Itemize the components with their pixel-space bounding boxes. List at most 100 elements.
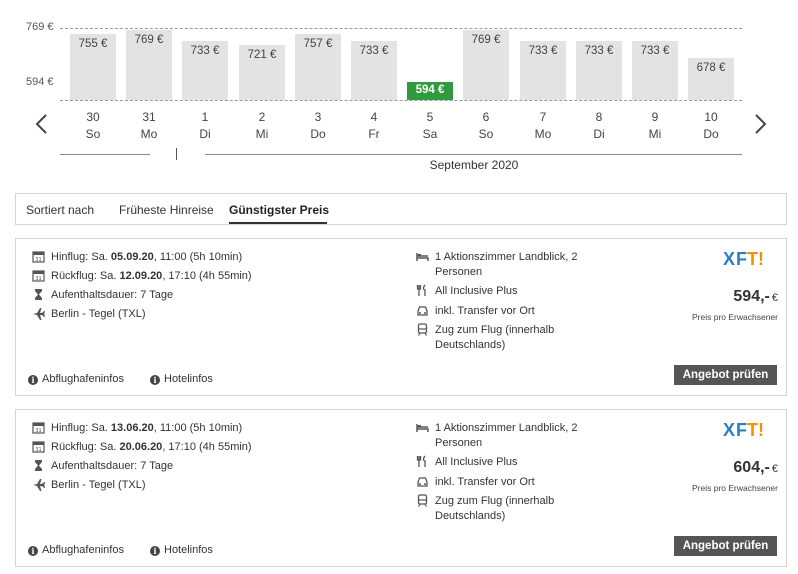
month-label: September 2020 [429, 158, 519, 172]
day-label[interactable]: 9 Mi [632, 109, 678, 143]
car-icon [417, 477, 428, 487]
price-bar[interactable]: 757 € [295, 34, 341, 100]
price-note: Preis pro Erwachsener [692, 483, 778, 493]
bar-price-label: 733 € [359, 45, 389, 57]
svg-text:T!: T! [747, 249, 764, 269]
day-label[interactable]: 10 Do [688, 109, 734, 143]
cutlery-icon [416, 284, 426, 296]
check-offer-button[interactable]: Angebot prüfen [674, 365, 777, 385]
train-text: Zug zum Flug (innerhalb Deutschlands) [435, 324, 555, 351]
month-line-august [60, 154, 150, 155]
transfer-text: inkl. Transfer vor Ort [435, 305, 535, 317]
svg-text:T!: T! [747, 420, 764, 440]
hotel-info-label: Hotelinfos [164, 373, 213, 385]
sort-option-earliest[interactable]: Früheste Hinreise [119, 203, 214, 217]
calendar-icon: 31 [32, 270, 45, 282]
price-note: Preis pro Erwachsener [692, 312, 778, 322]
price-bar[interactable]: 755 € [70, 34, 116, 100]
bar-price-label: 733 € [584, 45, 614, 57]
check-offer-button[interactable]: Angebot prüfen [674, 536, 777, 556]
price-bar[interactable]: 678 € [688, 58, 734, 100]
sort-option-cheapest[interactable]: Günstigster Preis [229, 203, 329, 217]
day-label[interactable]: 5 Sa [407, 109, 453, 143]
price-bar[interactable]: 733 € [576, 41, 622, 100]
axis-label-low: 594 € [26, 76, 54, 88]
svg-text:31: 31 [35, 428, 41, 434]
airport-text: Berlin - Tegel (TXL) [51, 308, 146, 320]
day-weekday: Mo [534, 127, 552, 141]
active-sort-underline [229, 222, 327, 224]
price-bar[interactable]: 769 € [463, 30, 509, 100]
day-weekday: Mi [648, 127, 662, 141]
day-label[interactable]: 4 Fr [351, 109, 397, 143]
board-text: All Inclusive Plus [435, 456, 518, 468]
airport-text: Berlin - Tegel (TXL) [51, 479, 146, 491]
price-calendar: 769 € 594 € 755 €769 €733 €721 €757 €733… [0, 0, 798, 180]
hotel-info-link[interactable]: i Hotelinfos [150, 373, 213, 385]
train-icon [417, 494, 428, 507]
price-bar[interactable]: 594 € [407, 82, 453, 100]
svg-text:F: F [736, 249, 747, 269]
hourglass-icon [35, 289, 42, 300]
day-label[interactable]: 31 Mo [126, 109, 172, 143]
day-weekday: So [85, 127, 101, 141]
day-weekday: Di [593, 127, 605, 141]
day-weekday: So [478, 127, 494, 141]
price-bar[interactable]: 721 € [239, 45, 285, 100]
day-weekday: Fr [368, 127, 380, 141]
return-prefix: Rückflug: Sa. [51, 270, 120, 282]
day-weekday: Mo [140, 127, 158, 141]
bar-price-label: 755 € [78, 38, 108, 50]
svg-text:X: X [723, 420, 735, 440]
svg-text:31: 31 [35, 257, 41, 263]
plane-icon [33, 479, 45, 491]
day-label[interactable]: 7 Mo [520, 109, 566, 143]
day-number: 1 [201, 110, 209, 124]
bar-price-label: 769 € [134, 34, 164, 46]
airport-info-label: Abflughafeninfos [42, 544, 124, 556]
train-text: Zug zum Flug (innerhalb Deutschlands) [435, 495, 555, 522]
price-amount: 594,- [733, 288, 770, 305]
day-label[interactable]: 6 So [463, 109, 509, 143]
price-bar[interactable]: 733 € [351, 41, 397, 100]
stay-text: Aufenthaltsdauer: 7 Tage [51, 460, 174, 472]
airport-info-link[interactable]: i Abflughafeninfos [28, 544, 124, 556]
cutlery-icon [416, 455, 426, 467]
day-weekday: Mi [255, 127, 269, 141]
outbound-suffix: , 11:00 (5h 10min) [153, 422, 243, 434]
info-icon: i [28, 546, 38, 556]
outbound-date: 05.09.20 [110, 251, 154, 263]
hotel-info-link[interactable]: i Hotelinfos [150, 544, 213, 556]
return-date: 20.06.20 [119, 441, 163, 453]
day-number: 3 [314, 110, 322, 124]
day-number: 4 [370, 110, 378, 124]
price-bar[interactable]: 733 € [632, 41, 678, 100]
info-icon: i [150, 546, 160, 556]
next-arrow-icon[interactable] [750, 112, 770, 136]
day-label[interactable]: 3 Do [295, 109, 341, 143]
price-bar[interactable]: 733 € [520, 41, 566, 100]
return-suffix: , 17:10 (4h 55min) [162, 441, 252, 453]
bar-price-label: 733 € [640, 45, 670, 57]
svg-text:X: X [723, 249, 735, 269]
day-label[interactable]: 30 So [70, 109, 116, 143]
bar-price-label: 733 € [528, 45, 558, 57]
bar-price-label: 678 € [696, 62, 726, 74]
svg-text:31: 31 [35, 276, 41, 282]
prev-arrow-icon[interactable] [32, 112, 52, 136]
price-bar[interactable]: 733 € [182, 41, 228, 100]
hourglass-icon [35, 460, 42, 471]
hotel-info-label: Hotelinfos [164, 544, 213, 556]
airport-info-link[interactable]: i Abflughafeninfos [28, 373, 124, 385]
price-bar[interactable]: 769 € [126, 30, 172, 100]
day-label[interactable]: 2 Mi [239, 109, 285, 143]
calendar-icon: 31 [32, 441, 45, 453]
guide-line-high [60, 28, 742, 29]
return-suffix: , 17:10 (4h 55min) [162, 270, 252, 282]
day-label[interactable]: 8 Di [576, 109, 622, 143]
transfer-text: inkl. Transfer vor Ort [435, 476, 535, 488]
bar-price-label: 757 € [303, 38, 333, 50]
bed-icon [416, 253, 429, 261]
day-label[interactable]: 1 Di [182, 109, 228, 143]
bar-price-label: 769 € [471, 34, 501, 46]
